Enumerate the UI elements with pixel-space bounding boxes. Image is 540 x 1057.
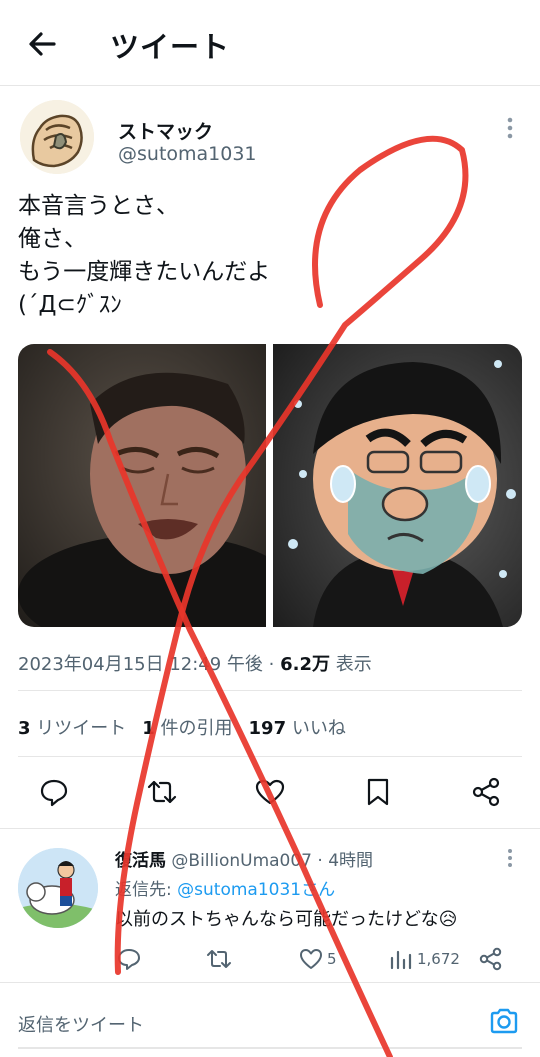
quotes-stat[interactable]: 1 件の引用: [142, 718, 232, 739]
crying-man-photo[interactable]: [18, 344, 266, 627]
tweet-line: もう一度輝きたいんだよ: [18, 259, 271, 285]
fist-illustration: [20, 100, 94, 174]
tweet-media: [18, 344, 522, 627]
back-arrow-icon[interactable]: [24, 26, 60, 62]
tweet-timestamp[interactable]: 2023年04月15日 12:49 午後 · 6.2万 表示: [18, 650, 372, 676]
tweet-line: (´Д⊂ｸﾞｽﾝ: [18, 292, 122, 318]
author-avatar[interactable]: [20, 100, 94, 174]
composer-underline: [18, 1047, 522, 1049]
reply-icon[interactable]: [38, 776, 70, 808]
page-title: ツイート: [110, 30, 231, 64]
reply-actions: 5 1,672: [0, 942, 540, 978]
retweets-stat[interactable]: 3 リツイート: [18, 718, 126, 739]
views-count: 6.2万: [280, 654, 330, 675]
retweet-icon[interactable]: [206, 946, 232, 972]
author-name[interactable]: ストマック: [118, 117, 213, 144]
reply-view-count: 1,672: [417, 950, 460, 968]
retweet-icon[interactable]: [146, 776, 178, 808]
reply-composer: 返信をツイート: [0, 982, 540, 1057]
camera-icon[interactable]: [488, 1005, 520, 1037]
reply-like-count: 5: [327, 950, 337, 968]
reply-icon[interactable]: [116, 946, 142, 972]
horse-rider-illustration: [18, 848, 98, 928]
divider: [18, 690, 522, 691]
reply-input[interactable]: 返信をツイート: [18, 1011, 144, 1037]
more-icon[interactable]: [500, 846, 520, 870]
share-icon[interactable]: [478, 946, 504, 972]
header-bar: ツイート: [0, 0, 540, 86]
like-icon[interactable]: [298, 946, 324, 972]
reply-handle-time[interactable]: @BillionUma007 · 4時間: [166, 851, 373, 871]
divider: [0, 828, 540, 829]
crying-cartoon-illustration[interactable]: [273, 344, 522, 627]
engagement-stats: 3 リツイート 1 件の引用 197 いいね: [18, 714, 346, 740]
tweet-line: 本音言うとさ、: [18, 193, 179, 219]
share-icon[interactable]: [470, 776, 502, 808]
author-handle[interactable]: @sutoma1031: [118, 143, 257, 165]
more-icon[interactable]: [500, 114, 520, 142]
divider: [18, 756, 522, 757]
reply-to-link[interactable]: @sutoma1031さん: [177, 880, 335, 900]
tweet-actions: [0, 770, 540, 820]
reply-text: 以前のストちゃんなら可能だったけどな😥: [115, 909, 458, 930]
reply-to-prefix: 返信先:: [115, 880, 178, 900]
like-icon[interactable]: [254, 776, 286, 808]
tweet-line: 俺さ、: [18, 226, 87, 252]
likes-stat[interactable]: 197 いいね: [249, 718, 346, 739]
views-icon[interactable]: [388, 946, 414, 972]
reply-header: 復活馬 @BillionUma007 · 4時間: [115, 846, 373, 871]
tweet-text: 本音言うとさ、 俺さ、 もう一度輝きたいんだよ (´Д⊂ｸﾞｽﾝ: [18, 190, 270, 322]
views-label: 表示: [330, 654, 372, 675]
reply-to-line: 返信先: @sutoma1031さん: [115, 875, 335, 900]
bookmark-icon[interactable]: [362, 776, 394, 808]
timestamp-text: 2023年04月15日 12:49 午後 ·: [18, 654, 281, 675]
reply-author-name[interactable]: 復活馬: [115, 851, 166, 871]
reply-avatar[interactable]: [18, 848, 98, 928]
